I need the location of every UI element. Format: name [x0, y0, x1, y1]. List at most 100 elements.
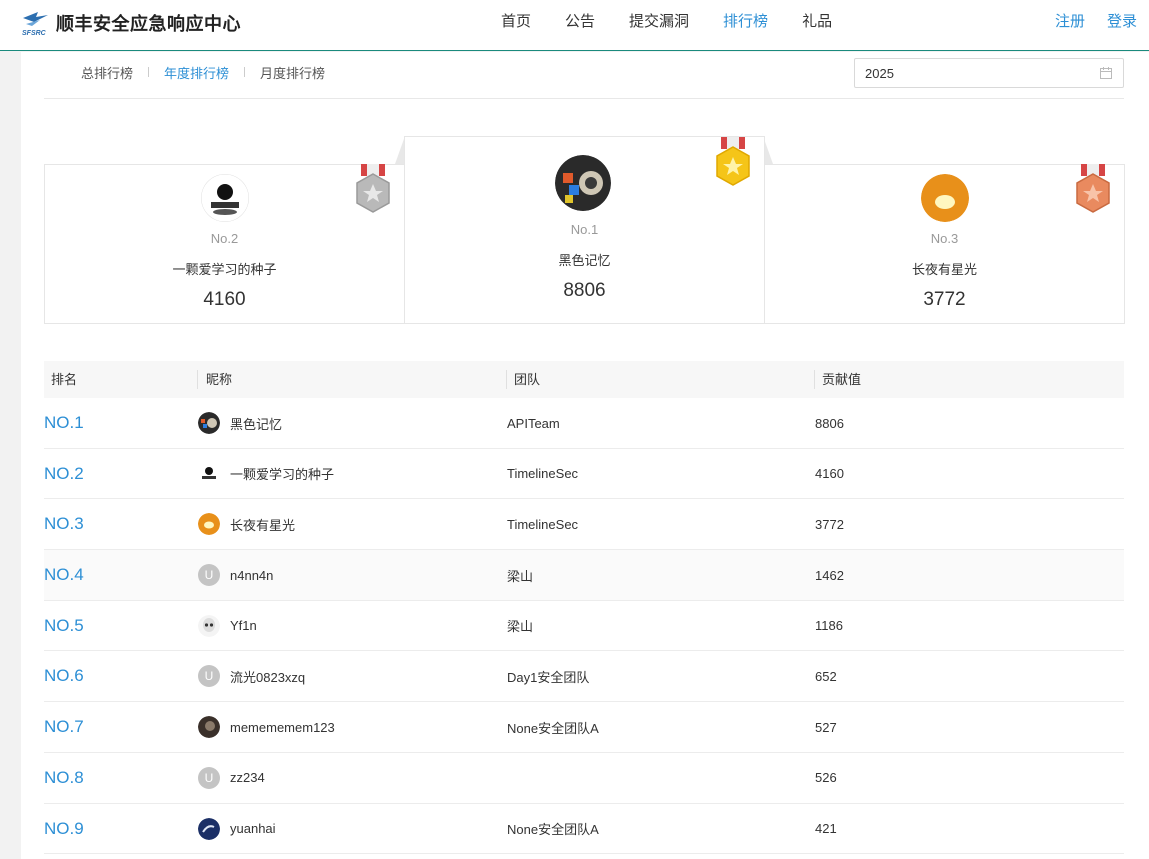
rank-cell: NO.3	[44, 514, 84, 534]
table-row[interactable]: NO.7 memememem123 None安全团队A 527	[44, 702, 1124, 753]
nickname-cell[interactable]: 黑色记忆	[198, 398, 282, 448]
score-cell: 526	[815, 770, 837, 786]
login-link[interactable]: 登录	[1097, 0, 1147, 44]
nickname-text: 长夜有星光	[230, 517, 296, 533]
podium-name: 一颗爱学习的种子	[172, 262, 277, 277]
table-header: 排名 昵称 团队 贡献值	[44, 361, 1124, 398]
podium-name: 黑色记忆	[558, 253, 611, 268]
site-logo[interactable]: SFSRC 顺丰安全应急响应中心	[20, 8, 241, 38]
tab-monthly[interactable]: 月度排行榜	[245, 63, 340, 82]
rank-cell: NO.6	[44, 666, 84, 686]
auth-links: 注册 登录	[1045, 0, 1149, 44]
nickname-text: yuanhai	[230, 821, 276, 836]
avatar	[198, 412, 220, 434]
avatar	[198, 817, 220, 840]
nickname-cell[interactable]: yuanhai	[198, 804, 276, 854]
table-body: NO.1 黑色记忆 APITeam 8806 NO.2 一颗爱学习的种子 TimelineS…	[44, 398, 1124, 855]
header-separator	[506, 370, 507, 389]
podium-rank: No.2	[210, 231, 239, 246]
year-value: 2025	[865, 65, 894, 81]
table-row[interactable]: NO.3 长夜有星光 TimelineSec 3772	[44, 499, 1124, 551]
podium-score: 4160	[203, 289, 246, 310]
table-row[interactable]: NO.6 U 流光0823xzq Day1安全团队 652	[44, 651, 1124, 703]
team-cell: TimelineSec	[507, 466, 579, 482]
podium-name: 长夜有星光	[911, 262, 977, 277]
nickname-cell[interactable]: 一颗爱学习的种子	[198, 449, 334, 499]
tab-total[interactable]: 总排行榜	[66, 63, 148, 82]
score-cell: 4160	[815, 466, 844, 482]
rank-cell: NO.2	[44, 463, 84, 483]
register-link[interactable]: 注册	[1045, 0, 1095, 44]
team-cell: APITeam	[507, 415, 560, 431]
podium-first: No.1 黑色记忆 8806	[404, 136, 765, 324]
rank-cell: NO.5	[44, 615, 84, 635]
gold-medal-icon	[716, 137, 750, 186]
rank-cell: NO.9	[44, 818, 84, 838]
nickname-text: memememem123	[230, 719, 335, 735]
sfsrc-logo-icon: SFSRC	[22, 12, 48, 37]
podium-rank: No.3	[930, 231, 959, 246]
header-rank: 排名	[51, 372, 78, 387]
nickname-text: 一颗爱学习的种子	[230, 467, 335, 483]
table-row[interactable]: NO.5 Yf1n 梁山 1186	[44, 601, 1124, 652]
team-cell: 梁山	[507, 619, 534, 635]
nav-leaderboard[interactable]: 排行榜	[706, 0, 785, 44]
leaderboard-panel: 总排行榜 年度排行榜 月度排行榜 2025 No.2 一颗爱学习的种子 4160…	[21, 52, 1149, 859]
leaderboard-table: 排名 昵称 团队 贡献值 NO.1 黑色记忆 APITeam 8806 NO.2 一颗爱学…	[44, 361, 1124, 855]
rank-cell: NO.4	[44, 565, 84, 585]
bronze-medal-icon	[1076, 164, 1110, 213]
nav-submit-vuln[interactable]: 提交漏洞	[612, 0, 706, 44]
avatar	[555, 155, 611, 211]
nav-home[interactable]: 首页	[484, 0, 548, 44]
header-team: 团队	[514, 372, 541, 387]
score-cell: 527	[815, 719, 837, 735]
nickname-text: zz234	[230, 770, 265, 786]
score-cell: 1186	[815, 618, 843, 634]
rank-cell: NO.1	[44, 413, 84, 432]
nickname-text: Yf1n	[230, 618, 257, 634]
nickname-cell[interactable]: memememem123	[198, 702, 335, 752]
score-cell: 1462	[815, 567, 844, 583]
header-separator	[197, 370, 198, 389]
nav-gifts[interactable]: 礼品	[785, 0, 849, 44]
avatar	[198, 462, 220, 485]
team-cell: Day1安全团队	[507, 669, 590, 685]
nickname-cell[interactable]: Un4nn4n	[198, 550, 273, 600]
table-row[interactable]: NO.4 Un4nn4n 梁山 1462	[44, 550, 1124, 601]
avatar	[201, 174, 249, 222]
podium-second: No.2 一颗爱学习的种子 4160	[44, 164, 405, 324]
nickname-cell[interactable]: Yf1n	[198, 601, 257, 651]
header-nickname: 昵称	[206, 372, 233, 387]
nickname-cell[interactable]: U 流光0823xzq	[198, 651, 305, 701]
year-picker[interactable]: 2025	[854, 58, 1124, 88]
avatar: U	[198, 766, 220, 789]
nickname-text: 黑色记忆	[230, 416, 283, 432]
rank-cell: NO.8	[44, 767, 84, 787]
main-nav: 首页 公告 提交漏洞 排行榜 礼品	[484, 0, 849, 44]
avatar	[198, 716, 220, 739]
leaderboard-tabs: 总排行榜 年度排行榜 月度排行榜	[66, 52, 340, 92]
logo-text: SFSRC	[22, 30, 47, 37]
rank-cell: NO.7	[44, 717, 84, 737]
calendar-icon	[1100, 67, 1112, 79]
tabs-divider	[44, 98, 1124, 99]
nav-announcements[interactable]: 公告	[548, 0, 612, 44]
team-cell: None安全团队A	[507, 720, 599, 736]
table-row[interactable]: NO.9 yuanhai None安全团队A 421	[44, 804, 1124, 855]
nickname-text: n4nn4n	[230, 567, 274, 583]
table-row[interactable]: NO.1 黑色记忆 APITeam 8806	[44, 398, 1124, 449]
nickname-cell[interactable]: 长夜有星光	[198, 499, 295, 549]
top-header: SFSRC 顺丰安全应急响应中心 首页 公告 提交漏洞 排行榜 礼品 注册 登录	[0, 0, 1149, 51]
table-row[interactable]: NO.2 一颗爱学习的种子 TimelineSec 4160	[44, 449, 1124, 500]
avatar	[921, 174, 969, 222]
avatar: U	[198, 665, 220, 688]
nickname-cell[interactable]: Uzz234	[198, 753, 265, 803]
podium-score: 3772	[923, 289, 966, 310]
score-cell: 8806	[815, 415, 844, 431]
podium-third: No.3 长夜有星光 3772	[764, 164, 1125, 324]
tab-yearly[interactable]: 年度排行榜	[149, 63, 244, 82]
avatar: U	[198, 564, 220, 587]
nickname-text: 流光0823xzq	[230, 669, 306, 685]
team-cell: TimelineSec	[507, 516, 579, 532]
table-row[interactable]: NO.8 Uzz234 526	[44, 753, 1124, 804]
